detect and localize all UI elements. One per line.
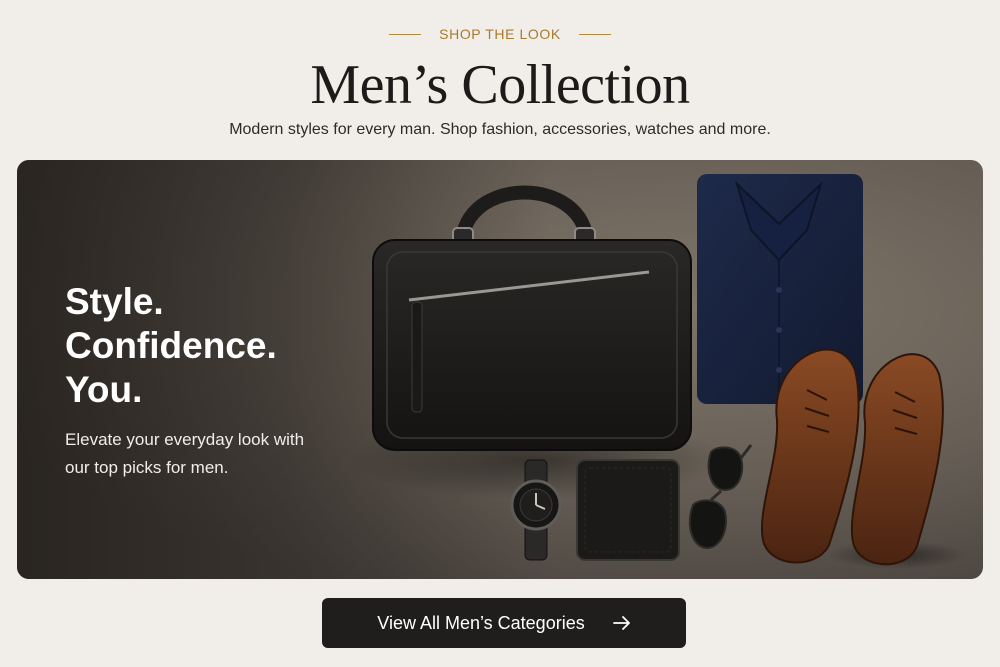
brown-oxford-shoe-right <box>850 353 944 566</box>
eyebrow: SHOP THE LOOK <box>0 26 1000 42</box>
view-all-categories-label: View All Men’s Categories <box>377 612 585 633</box>
hero-body: Elevate your everyday look with our top … <box>65 430 305 477</box>
arrow-right-icon <box>612 616 630 630</box>
page-subtitle: Modern styles for every man. Shop fashio… <box>229 121 771 138</box>
eyebrow-label: SHOP THE LOOK <box>439 26 561 42</box>
page-title: Men’s Collection <box>310 54 690 116</box>
view-all-categories-button[interactable]: View All Men’s Categories <box>322 598 686 648</box>
hero-headline-line-1: Style. <box>65 281 164 322</box>
bag-handle <box>455 185 594 252</box>
sunglasses-lens-bottom <box>688 499 727 550</box>
hero-headline-line-2: Confidence. <box>65 325 277 366</box>
eyebrow-rule-right <box>578 33 611 35</box>
hero-text: Style. Confidence. You. Elevate your eve… <box>65 280 315 482</box>
shirt-button <box>776 367 782 373</box>
hero-banner[interactable]: Style. Confidence. You. Elevate your eve… <box>17 160 983 579</box>
sunglasses-lens-top <box>707 446 744 492</box>
shirt-button <box>776 327 782 333</box>
bag-zip-pull <box>411 301 423 413</box>
wallet <box>576 459 680 561</box>
hero-headline-line-3: You. <box>65 369 143 410</box>
sunglasses-bridge <box>709 489 723 502</box>
hero-headline: Style. Confidence. You. <box>65 280 315 412</box>
shirt-button <box>776 287 782 293</box>
eyebrow-rule-left <box>389 33 422 35</box>
sunglasses-arm <box>739 444 753 459</box>
